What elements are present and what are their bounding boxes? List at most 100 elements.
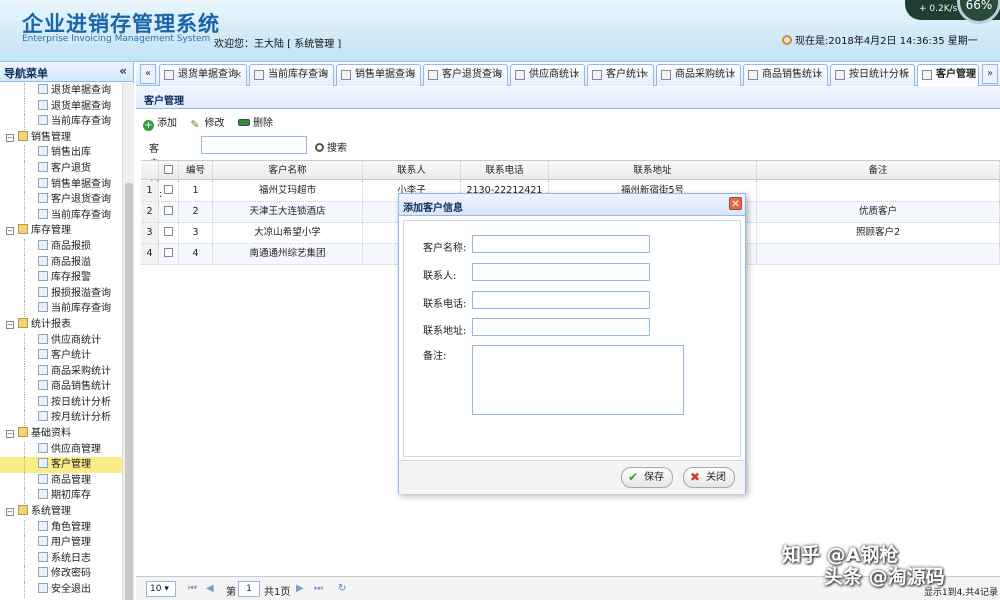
nav-item[interactable]: 商品报溢 <box>0 254 122 271</box>
row-checkbox[interactable] <box>164 185 173 194</box>
collapse-toggle-icon[interactable]: − <box>6 320 14 329</box>
first-page-icon[interactable]: ⏮ <box>188 583 197 594</box>
tab-close-icon[interactable]: × <box>408 65 416 85</box>
tab-close-icon[interactable]: × <box>728 65 736 85</box>
tab-close-icon[interactable]: × <box>902 65 910 85</box>
nav-item[interactable]: 当前库存查询 <box>0 301 122 317</box>
tab[interactable]: 销售单据查询 × <box>336 64 421 86</box>
nav-group[interactable]: − 库存管理 <box>0 223 122 239</box>
page-number-input[interactable]: 1 <box>238 581 260 597</box>
collapse-toggle-icon[interactable]: − <box>6 508 14 517</box>
tab[interactable]: 客户退货查询 × <box>423 64 508 86</box>
nav-group[interactable]: − 系统管理 <box>0 504 122 520</box>
sidebar-scrollbar[interactable] <box>122 83 134 600</box>
tab-close-icon[interactable]: × <box>815 65 823 85</box>
column-header[interactable]: 联系人 <box>363 161 461 181</box>
row-checkbox[interactable] <box>164 248 173 257</box>
last-page-icon[interactable]: ⏭ <box>314 583 323 594</box>
row-checkbox-cell[interactable] <box>159 202 179 222</box>
tab[interactable]: 商品采购统计 × <box>656 64 741 86</box>
collapse-toggle-icon[interactable]: − <box>6 227 14 236</box>
row-checkbox-cell[interactable] <box>159 181 179 201</box>
select-all-checkbox[interactable] <box>164 165 173 174</box>
column-header[interactable]: 备注 <box>757 161 1000 181</box>
dialog-close-button[interactable]: ✕ <box>729 197 742 210</box>
delete-button[interactable]: 删除 <box>238 114 273 129</box>
nav-item[interactable]: 客户管理 <box>0 457 122 473</box>
note-textarea[interactable] <box>472 345 684 415</box>
customer-name-search-input[interactable] <box>201 136 307 154</box>
column-header[interactable]: 编号 <box>179 161 213 181</box>
page-size-select[interactable]: 10 ▾ <box>146 581 176 597</box>
edit-button[interactable]: ✎ 修改 <box>191 114 225 130</box>
address-field[interactable] <box>472 318 650 336</box>
row-checkbox-cell[interactable] <box>159 244 179 264</box>
nav-item[interactable]: 安全退出 <box>0 582 122 598</box>
nav-group[interactable]: − 销售管理 <box>0 130 122 146</box>
nav-item[interactable]: 角色管理 <box>0 519 122 536</box>
nav-item[interactable]: 商品采购统计 <box>0 363 122 380</box>
nav-item[interactable]: 修改密码 <box>0 566 122 582</box>
tab[interactable]: 商品销售统计 × <box>743 64 828 86</box>
nav-item[interactable]: 客户退货 <box>0 160 122 177</box>
nav-item[interactable]: 当前库存查询 <box>0 207 122 224</box>
collapse-toggle-icon[interactable]: − <box>6 133 14 142</box>
add-button[interactable]: + 添加 <box>143 114 177 131</box>
row-checkbox-cell[interactable] <box>159 223 179 243</box>
nav-item[interactable]: 用户管理 <box>0 535 122 551</box>
nav-item[interactable]: 期初库存 <box>0 488 122 505</box>
nav-item[interactable]: 退货单据查询 <box>0 98 122 115</box>
nav-item[interactable]: 销售单据查询 <box>0 176 122 193</box>
column-header[interactable]: 联系地址 <box>549 161 757 181</box>
tab-close-icon[interactable]: × <box>234 65 242 85</box>
nav-group[interactable]: − 统计报表 <box>0 317 122 333</box>
nav-item[interactable]: 客户统计 <box>0 348 122 364</box>
nav-item[interactable]: 商品管理 <box>0 472 122 489</box>
nav-item[interactable]: 系统日志 <box>0 550 122 567</box>
nav-item[interactable]: 供应商统计 <box>0 332 122 349</box>
tab[interactable]: 客户管理 × <box>917 64 979 87</box>
sidebar-scroll-thumb[interactable] <box>125 183 133 600</box>
tab-scroll-left[interactable]: « <box>140 64 156 84</box>
nav-item[interactable]: 按月统计分析 <box>0 410 122 427</box>
nav-item[interactable]: 当前库存查询 <box>0 114 122 130</box>
nav-item[interactable]: 退货单据查询 <box>0 83 122 99</box>
tab[interactable]: 客户统计 × <box>587 64 654 86</box>
column-header[interactable]: 客户名称 <box>213 161 363 181</box>
column-header[interactable]: 联系电话 <box>461 161 549 181</box>
collapse-toggle-icon[interactable]: − <box>6 430 14 439</box>
prev-page-icon[interactable]: ◀ <box>206 583 214 594</box>
cancel-button[interactable]: ✖ 关闭 <box>683 467 735 488</box>
nav-item[interactable]: 报损报溢查询 <box>0 285 122 302</box>
save-button[interactable]: ✔ 保存 <box>621 467 673 488</box>
refresh-icon[interactable]: ↻ <box>338 583 346 594</box>
tab[interactable]: 退货单据查询 × <box>159 64 247 86</box>
tab-close-icon[interactable]: × <box>572 65 580 85</box>
nav-item[interactable]: 客户退货查询 <box>0 192 122 208</box>
nav-item[interactable]: 销售出库 <box>0 145 122 161</box>
tab-close-icon[interactable]: × <box>641 65 649 85</box>
tab-close-icon[interactable]: × <box>321 65 329 85</box>
contact-field[interactable] <box>472 263 650 281</box>
search-button[interactable]: 搜索 <box>315 139 347 154</box>
nav-item[interactable]: 库存报警 <box>0 270 122 286</box>
nav-item[interactable]: 商品销售统计 <box>0 379 122 395</box>
tab[interactable]: 按日统计分析 × <box>830 64 915 86</box>
phone-field[interactable] <box>472 291 650 309</box>
select-all-checkbox-cell[interactable] <box>159 161 179 181</box>
sidebar-collapse-button[interactable]: « <box>119 64 127 78</box>
tab-label: 当前库存查询 <box>268 69 328 80</box>
tab-scroll-right[interactable]: » <box>982 64 998 84</box>
tab-close-icon[interactable]: × <box>495 65 503 85</box>
tab[interactable]: 当前库存查询 × <box>249 64 334 86</box>
tab-close-icon[interactable]: × <box>966 65 974 85</box>
nav-group[interactable]: − 基础资料 <box>0 426 122 442</box>
nav-item[interactable]: 商品报损 <box>0 238 122 255</box>
nav-item[interactable]: 按日统计分析 <box>0 394 122 411</box>
tab[interactable]: 供应商统计 × <box>510 64 585 86</box>
next-page-icon[interactable]: ▶ <box>296 583 304 594</box>
customer-name-field[interactable] <box>472 235 650 253</box>
row-checkbox[interactable] <box>164 227 173 236</box>
row-checkbox[interactable] <box>164 206 173 215</box>
nav-item[interactable]: 供应商管理 <box>0 441 122 458</box>
